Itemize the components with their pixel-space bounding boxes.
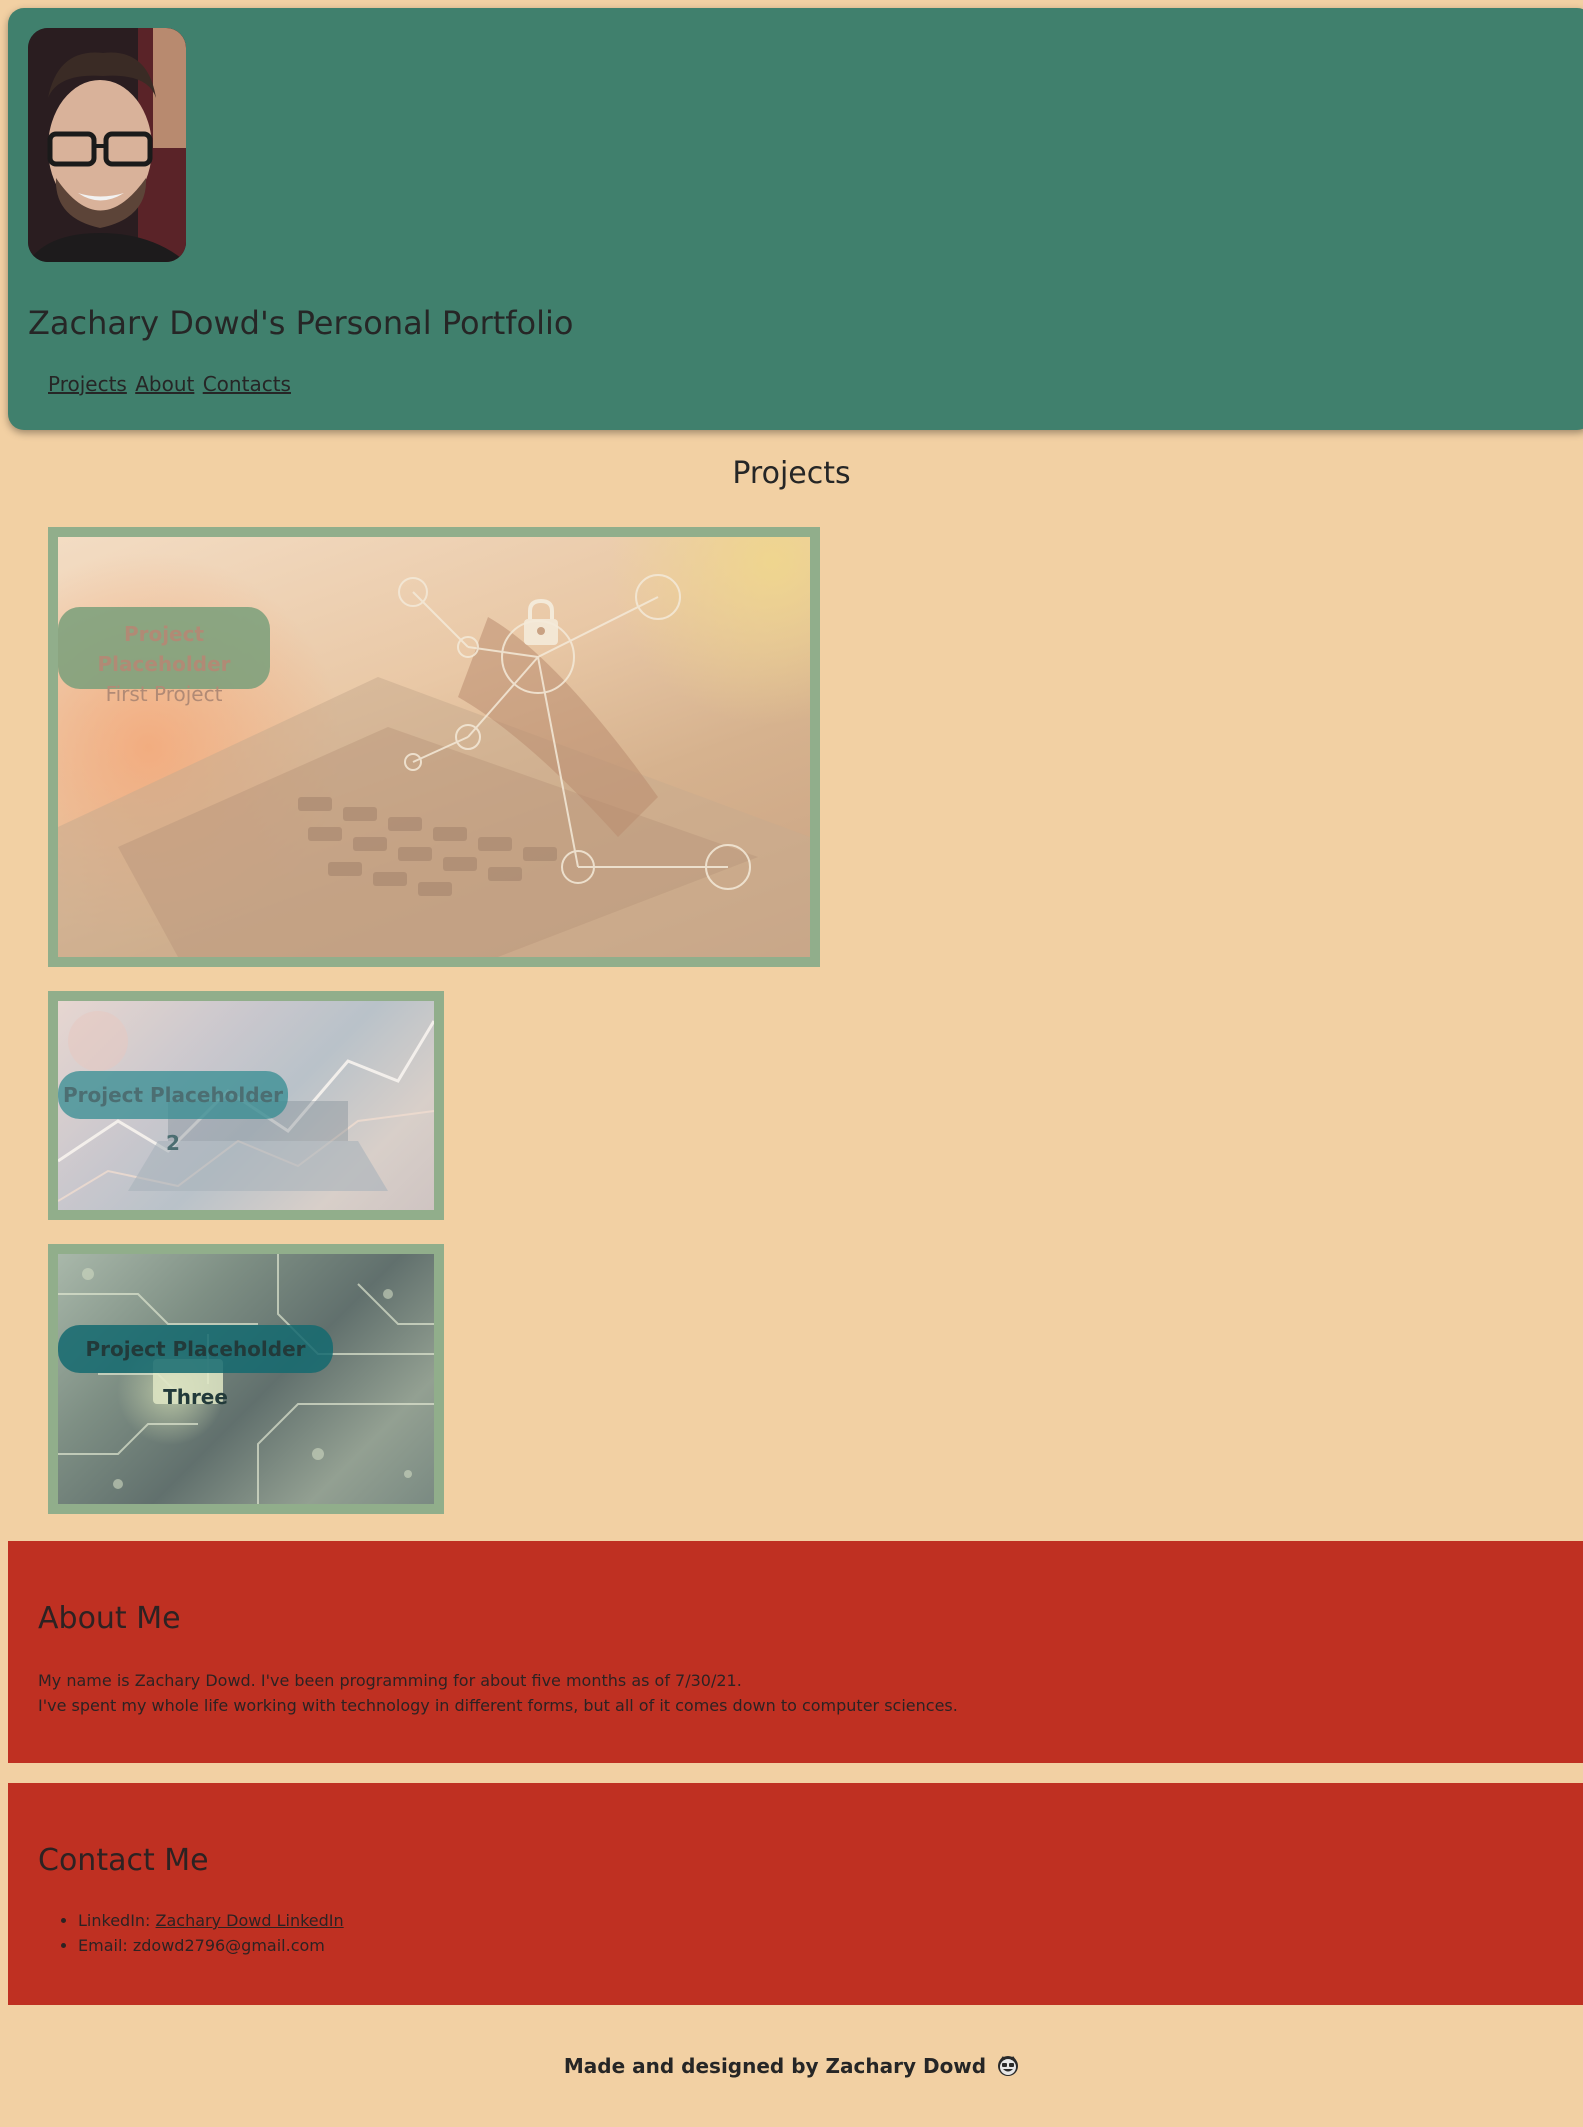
contact-heading: Contact Me: [38, 1843, 209, 1878]
nav-link-about[interactable]: About: [135, 372, 194, 396]
projects-heading: Projects: [732, 456, 851, 491]
project-3-image: Project Placeholder Three: [58, 1254, 434, 1504]
footer-text: Made and designed by Zachary Dowd: [563, 2054, 987, 2078]
main-nav: Projects About Contacts: [48, 372, 293, 396]
project-2-label[interactable]: Project Placeholder 2: [58, 1071, 288, 1155]
profile-photo: [28, 28, 186, 262]
about-line-2: I've spent my whole life working with te…: [38, 1696, 958, 1715]
person-portrait-icon: [28, 28, 186, 262]
project-3-label[interactable]: Project Placeholder Three: [58, 1325, 333, 1409]
project-1-image: Project Placeholder First Project: [58, 537, 810, 957]
about-heading: About Me: [38, 1601, 181, 1636]
site-title: Zachary Dowd's Personal Portfolio: [28, 304, 574, 342]
lock-icon: [524, 598, 558, 645]
project-2-image: Project Placeholder 2: [58, 1001, 434, 1210]
linkedin-label: LinkedIn:: [78, 1911, 156, 1930]
contact-section: Contact Me LinkedIn: Zachary Dowd Linked…: [8, 1783, 1583, 2005]
circuit-board-illustration: [58, 1254, 434, 1504]
contact-item-linkedin: LinkedIn: Zachary Dowd LinkedIn: [78, 1908, 344, 1933]
linkedin-link[interactable]: Zachary Dowd LinkedIn: [156, 1911, 344, 1930]
about-text: My name is Zachary Dowd. I've been progr…: [38, 1668, 958, 1718]
project-card-2[interactable]: Project Placeholder 2: [48, 991, 444, 1220]
contact-list: LinkedIn: Zachary Dowd LinkedIn Email: z…: [38, 1908, 344, 1958]
contact-item-email: Email: zdowd2796@gmail.com: [78, 1933, 344, 1958]
nav-link-projects[interactable]: Projects: [48, 372, 127, 396]
project-card-3[interactable]: Project Placeholder Three: [48, 1244, 444, 1514]
about-section: About Me My name is Zachary Dowd. I've b…: [8, 1541, 1583, 1763]
project-card-1[interactable]: Project Placeholder First Project: [48, 527, 820, 967]
about-line-1: My name is Zachary Dowd. I've been progr…: [38, 1671, 742, 1690]
nav-link-contacts[interactable]: Contacts: [203, 372, 291, 396]
site-header: Zachary Dowd's Personal Portfolio Projec…: [8, 8, 1583, 430]
project-1-label[interactable]: Project Placeholder First Project: [58, 607, 270, 706]
smiling-face-icon: [998, 2056, 1019, 2076]
laptop-network-illustration: [58, 574, 810, 957]
project-1-subtitle: First Project: [105, 682, 223, 706]
footer: Made and designed by Zachary Dowd: [0, 2054, 1583, 2078]
project-1-title: Project Placeholder: [97, 622, 231, 676]
